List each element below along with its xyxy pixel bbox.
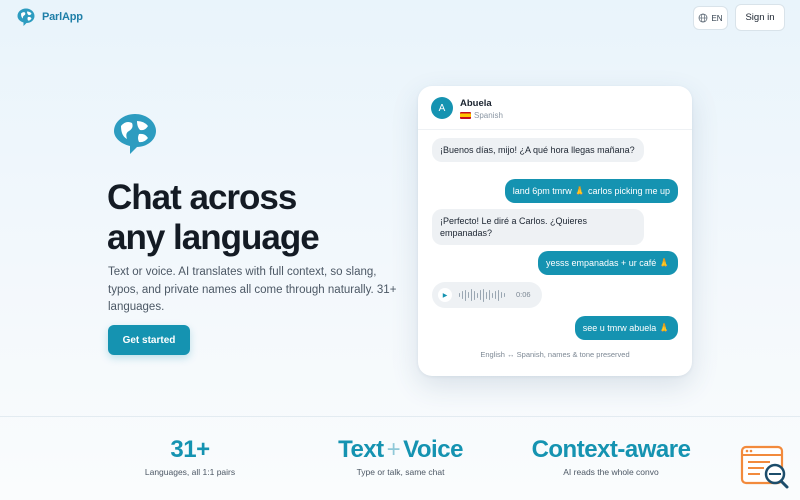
chat-preview-card: A Abuela Spanish ¡Buenos días, mijo! ¿A …	[418, 86, 692, 376]
globe-speech-bubble-icon	[17, 8, 35, 26]
message-outgoing: see u tmrw abuela 🙏	[574, 316, 678, 340]
stat-value-text: Text	[338, 436, 384, 463]
globe-speech-bubble-icon	[114, 114, 156, 154]
stat-context-aware: Context-aware AI reads the whole convo	[515, 435, 707, 477]
hero-subtitle: Text or voice. AI translates with full c…	[108, 266, 397, 313]
stat-text-voice: Text + Voice Type or talk, same chat	[318, 435, 483, 477]
chat-footer-note: English ↔ Spanish, names & tone preserve…	[480, 350, 630, 359]
stat-languages: 31+ Languages, all 1:1 pairs	[140, 435, 240, 477]
divider	[0, 416, 800, 417]
message-outgoing: yesss empanadas + ur café 🙏	[537, 251, 678, 275]
sign-in-button[interactable]: Sign in	[735, 4, 785, 31]
language-label: EN	[711, 13, 723, 23]
stat-value: Context-aware	[531, 436, 691, 463]
hero-title-line-2: any language	[107, 218, 320, 257]
stat-value: 31+	[170, 436, 210, 463]
globe-icon	[699, 13, 708, 23]
waveform-icon	[459, 288, 506, 302]
message-incoming: ¡Buenos días, mijo! ¿A qué hora llegas m…	[432, 138, 644, 162]
voice-duration: 0:06	[516, 290, 531, 299]
contact-language-label: Spanish	[474, 111, 503, 120]
brand-name: ParlApp	[42, 11, 83, 23]
stat-label: Type or talk, same chat	[356, 467, 445, 477]
stat-value-plus: +	[386, 436, 401, 463]
avatar: A	[431, 97, 453, 119]
stat-value: Text + Voice	[318, 435, 483, 465]
hero-title-line-1: Chat across	[107, 178, 297, 217]
document-search-icon[interactable]	[740, 445, 790, 490]
brand[interactable]: ParlApp	[16, 7, 83, 27]
get-started-button[interactable]: Get started	[108, 325, 190, 355]
hero-title: Chat across any language	[107, 178, 407, 258]
stat-value-voice: Voice	[403, 436, 463, 463]
top-bar: ParlApp EN Sign in	[0, 0, 800, 36]
play-icon[interactable]: ▶	[438, 288, 452, 302]
stat-label: AI reads the whole convo	[563, 467, 659, 477]
voice-message[interactable]: ▶ 0:06	[432, 282, 542, 308]
message-outgoing: land 6pm tmrw 🙏 carlos picking me up	[504, 179, 678, 203]
chat-header: A Abuela Spanish	[418, 86, 692, 130]
contact-name: Abuela	[460, 98, 492, 109]
contact-language: Spanish	[460, 111, 503, 120]
message-incoming: ¡Perfecto! Le diré a Carlos. ¿Quieres em…	[432, 209, 644, 245]
spain-flag-icon	[460, 112, 471, 119]
stat-label: Languages, all 1:1 pairs	[144, 467, 236, 477]
language-selector[interactable]: EN	[693, 6, 728, 30]
